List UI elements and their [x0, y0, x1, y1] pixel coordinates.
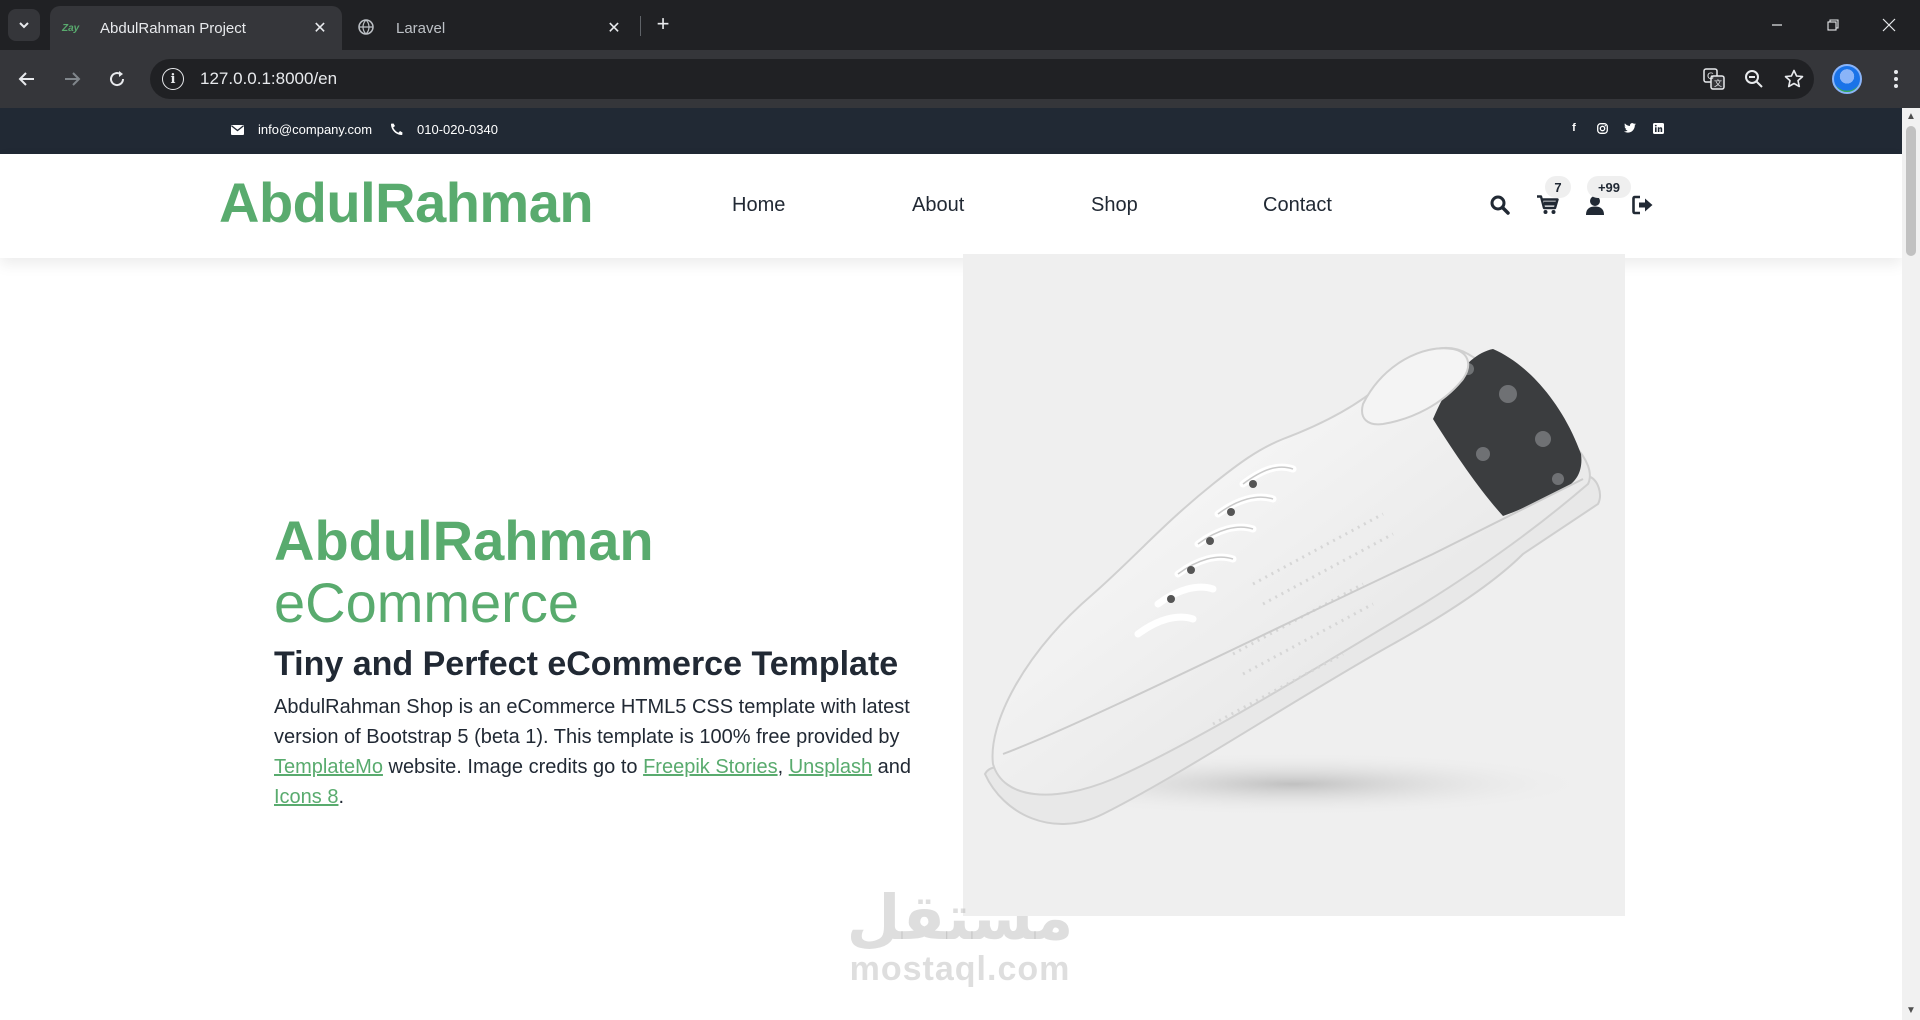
- hero-text-block: AbdulRahman eCommerce Tiny and Perfect e…: [274, 510, 934, 812]
- close-icon: [1882, 18, 1896, 32]
- hero-sneaker-image: [963, 254, 1625, 916]
- close-icon[interactable]: ✕: [604, 18, 624, 38]
- email-text[interactable]: info@company.com: [258, 122, 372, 137]
- tab-separator: [640, 16, 641, 36]
- globe-icon: [358, 18, 382, 38]
- watermark-latin: mostaql.com: [849, 950, 1071, 988]
- nav-link-about[interactable]: About: [912, 194, 964, 217]
- profile-avatar[interactable]: [1832, 64, 1862, 94]
- zay-favicon-icon: Zay: [62, 22, 80, 34]
- nav-link-contact[interactable]: Contact: [1263, 194, 1332, 217]
- bookmark-star-icon[interactable]: [1774, 59, 1814, 99]
- search-button[interactable]: [1485, 190, 1515, 220]
- browser-toolbar: i 127.0.0.1:8000/en G文: [0, 50, 1920, 108]
- sign-out-icon: [1632, 195, 1653, 215]
- reload-icon: [110, 71, 125, 87]
- icons8-link[interactable]: Icons 8: [274, 786, 338, 808]
- scroll-thumb[interactable]: [1906, 126, 1916, 256]
- hero-title: AbdulRahman eCommerce: [274, 510, 934, 633]
- browser-menu-button[interactable]: [1880, 61, 1912, 97]
- arrow-left-icon: [18, 72, 34, 86]
- minimize-button[interactable]: [1754, 10, 1800, 40]
- svg-text:文: 文: [1714, 78, 1722, 88]
- chevron-down-icon: [19, 22, 29, 29]
- forward-button[interactable]: [54, 61, 90, 97]
- user-icon: [1586, 196, 1604, 215]
- instagram-icon[interactable]: [1595, 121, 1609, 135]
- scroll-up-icon[interactable]: ▲: [1906, 112, 1916, 122]
- sneaker-illustration: [983, 346, 1601, 825]
- phone-icon: [390, 123, 403, 136]
- desc-text: website. Image credits go to: [382, 756, 644, 779]
- reload-button[interactable]: [99, 61, 135, 97]
- search-icon: [1490, 195, 1510, 215]
- tab-title: Laravel: [396, 19, 446, 37]
- close-window-button[interactable]: [1866, 10, 1912, 40]
- restore-icon: [1827, 19, 1839, 31]
- desc-text: .: [338, 786, 345, 809]
- cart-icon: [1537, 195, 1559, 214]
- freepik-stories-link[interactable]: Freepik Stories: [643, 756, 778, 778]
- tab-search-button[interactable]: [8, 9, 40, 41]
- main-navbar: AbdulRahman Home About Shop Contact 7 +9…: [0, 154, 1902, 258]
- svg-text:G: G: [1707, 72, 1714, 82]
- desc-text: ,: [777, 756, 789, 779]
- url-text[interactable]: 127.0.0.1:8000/en: [200, 69, 1694, 89]
- tab-abdulrahman-project[interactable]: Zay AbdulRahman Project ✕: [50, 6, 342, 50]
- tab-title: AbdulRahman Project: [100, 19, 246, 37]
- nav-link-shop[interactable]: Shop: [1091, 194, 1138, 217]
- nav-link-home[interactable]: Home: [732, 194, 785, 217]
- linkedin-icon[interactable]: [1651, 121, 1665, 135]
- mostaql-watermark: مستقل mostaql.com: [843, 888, 1077, 989]
- watermark-arabic: مستقل: [846, 884, 1074, 953]
- phone-contact[interactable]: 010-020-0340: [390, 122, 498, 137]
- browser-tabstrip: Zay AbdulRahman Project ✕ Laravel ✕ +: [0, 0, 1920, 50]
- kebab-menu-icon: [1894, 70, 1898, 88]
- translate-icon[interactable]: G文: [1694, 59, 1734, 99]
- close-icon[interactable]: ✕: [310, 18, 330, 38]
- arrow-right-icon: [65, 72, 81, 86]
- restore-button[interactable]: [1810, 10, 1856, 40]
- phone-text[interactable]: 010-020-0340: [417, 122, 498, 137]
- unsplash-link[interactable]: Unsplash: [789, 756, 872, 778]
- envelope-icon: [231, 124, 244, 135]
- facebook-icon[interactable]: f: [1567, 121, 1581, 135]
- logout-button[interactable]: [1628, 190, 1658, 220]
- hero-description: AbdulRahman Shop is an eCommerce HTML5 C…: [274, 692, 914, 812]
- minimize-icon: [1772, 24, 1782, 26]
- page-viewport: info@company.com 010-020-0340 f AbdulRah…: [0, 108, 1902, 1020]
- top-info-bar: info@company.com 010-020-0340 f: [0, 108, 1902, 154]
- brand-logo[interactable]: AbdulRahman: [219, 170, 594, 235]
- hero-title-brand: AbdulRahman: [274, 509, 654, 572]
- address-bar[interactable]: i 127.0.0.1:8000/en G文: [150, 59, 1814, 99]
- twitter-icon[interactable]: [1623, 121, 1637, 135]
- user-count-badge: +99: [1587, 176, 1631, 198]
- desc-text: AbdulRahman Shop is an eCommerce HTML5 C…: [274, 696, 910, 749]
- cart-count-badge: 7: [1545, 176, 1571, 198]
- tab-laravel[interactable]: Laravel ✕: [346, 6, 636, 50]
- hero-title-rest: eCommerce: [274, 570, 579, 634]
- email-contact[interactable]: info@company.com: [231, 122, 372, 137]
- site-info-icon[interactable]: i: [162, 68, 184, 90]
- page-scrollbar[interactable]: ▲ ▼: [1902, 108, 1920, 1020]
- scroll-down-icon[interactable]: ▼: [1906, 1006, 1916, 1016]
- new-tab-button[interactable]: +: [650, 12, 676, 38]
- social-links: f: [1567, 121, 1665, 135]
- back-button[interactable]: [9, 61, 45, 97]
- templatemo-link[interactable]: TemplateMo: [274, 756, 383, 778]
- desc-text: and: [872, 756, 912, 779]
- hero-subtitle: Tiny and Perfect eCommerce Template: [274, 645, 899, 684]
- zoom-out-icon[interactable]: [1734, 59, 1774, 99]
